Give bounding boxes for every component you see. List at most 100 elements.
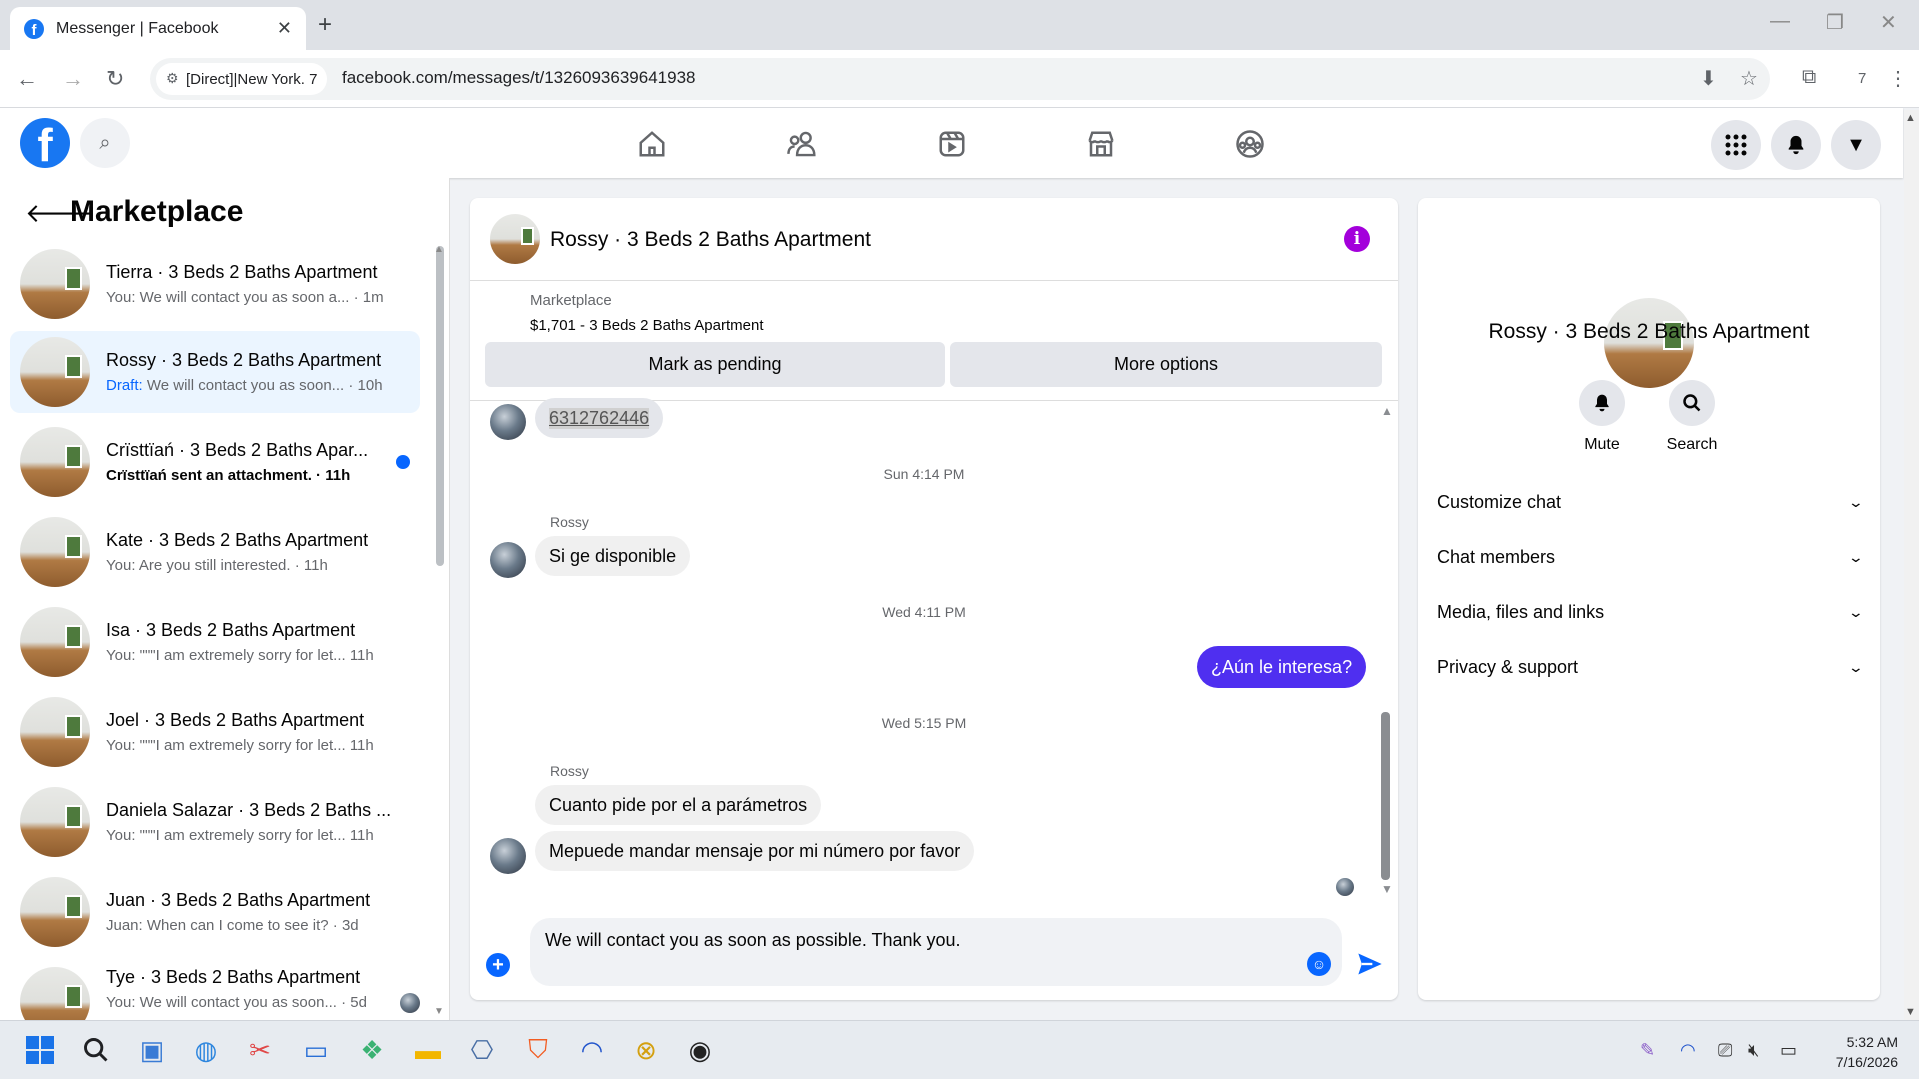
file-explorer-icon[interactable]: ▬ xyxy=(408,1030,448,1070)
conversation-item-cristtian[interactable]: Crïsttïań · 3 Beds 2 Baths Apar... Crïstt… xyxy=(10,421,420,503)
conversation-item-tye[interactable]: Tye · 3 Beds 2 Baths Apartment You: We wi… xyxy=(10,961,420,1020)
message-bubble[interactable]: Mepuede mandar mensaje por mi número por… xyxy=(535,831,975,871)
outgoing-message-bubble[interactable]: ¿Aún le interesa? xyxy=(1197,646,1367,688)
scroll-down-icon[interactable]: ▼ xyxy=(434,1006,444,1017)
device-app-icon[interactable]: ▭ xyxy=(296,1030,336,1070)
page-scrollbar[interactable] xyxy=(1904,110,1919,1020)
forward-icon[interactable]: → xyxy=(62,66,84,92)
url-text[interactable]: facebook.com/messages/t/1326093639641938 xyxy=(342,68,695,88)
close-tab-icon[interactable]: ✕ xyxy=(277,18,292,39)
menu-grid-icon[interactable] xyxy=(1711,120,1761,170)
conversation-preview: You: """I am extremely sorry for let... … xyxy=(106,737,374,754)
media-files-links-row[interactable]: Media, files and links ⌄ xyxy=(1437,592,1864,632)
chat-avatar[interactable] xyxy=(490,214,540,264)
vpn-tray-icon[interactable]: ◠ xyxy=(1680,1040,1696,1061)
scroll-up-icon[interactable]: ▲ xyxy=(1381,404,1393,418)
video-icon[interactable] xyxy=(922,124,982,164)
scroll-down-icon[interactable]: ▼ xyxy=(1381,882,1393,896)
conversation-list-scrollbar[interactable] xyxy=(436,246,444,566)
browser-tab[interactable]: f Messenger | Facebook ✕ xyxy=(10,7,306,50)
conversation-item-juan[interactable]: Juan · 3 Beds 2 Baths Apartment Juan: Whe… xyxy=(10,871,420,953)
windows-start-icon[interactable] xyxy=(20,1030,60,1070)
bookmark-star-icon[interactable]: ☆ xyxy=(1740,66,1758,91)
listing-label: Marketplace xyxy=(530,292,612,309)
sender-avatar[interactable] xyxy=(490,838,526,874)
ix-app-icon[interactable]: ⊗ xyxy=(626,1030,666,1070)
new-tab-button[interactable]: + xyxy=(318,11,332,39)
conversation-item-daniela[interactable]: Daniela Salazar · 3 Beds 2 Baths ... You:… xyxy=(10,781,420,863)
chat-scrollbar[interactable] xyxy=(1381,712,1390,880)
network-app-icon[interactable]: ⎔ xyxy=(462,1030,502,1070)
conversation-item-rossy[interactable]: Rossy · 3 Beds 2 Baths Apartment Draft: W… xyxy=(10,331,420,413)
search-button[interactable]: Search xyxy=(1652,380,1732,454)
tab-search-icon[interactable]: ⧉ xyxy=(1802,66,1816,89)
privacy-support-row[interactable]: Privacy & support ⌄ xyxy=(1437,647,1864,687)
site-info-chip[interactable]: ⚙ [Direct]|New York. 7 xyxy=(156,63,328,95)
conversation-item-kate[interactable]: Kate · 3 Beds 2 Baths Apartment You: Are … xyxy=(10,511,420,593)
home-icon[interactable] xyxy=(622,124,682,164)
conversation-item-joel[interactable]: Joel · 3 Beds 2 Baths Apartment You: """I… xyxy=(10,691,420,773)
widgets-app-icon[interactable]: ❖ xyxy=(352,1030,392,1070)
minimize-icon[interactable]: — xyxy=(1770,10,1790,33)
friends-icon[interactable] xyxy=(772,124,832,164)
scroll-up-icon[interactable]: ▲ xyxy=(1905,112,1916,124)
network-tray-icon[interactable]: ⎚ xyxy=(1718,1040,1732,1061)
vpn-app-icon[interactable]: ◠ xyxy=(572,1030,612,1070)
more-options-button[interactable]: More options xyxy=(950,342,1382,387)
reload-icon[interactable]: ↻ xyxy=(106,66,124,92)
search-icon[interactable]: ⌕ xyxy=(80,118,130,168)
mark-as-pending-button[interactable]: Mark as pending xyxy=(485,342,945,387)
battery-icon[interactable]: ▭ xyxy=(1780,1040,1797,1061)
message-input-text[interactable]: We will contact you as soon as possible.… xyxy=(545,930,961,951)
restore-icon[interactable]: ❐ xyxy=(1826,10,1844,35)
volume-muted-icon[interactable]: 🔇︎ xyxy=(1748,1040,1759,1061)
send-icon[interactable] xyxy=(1356,950,1384,978)
chat-members-row[interactable]: Chat members ⌄ xyxy=(1437,537,1864,577)
add-attachment-icon[interactable]: + xyxy=(486,953,510,977)
close-window-icon[interactable]: ✕ xyxy=(1880,10,1897,35)
conversation-name: Daniela Salazar · 3 Beds 2 Baths ... xyxy=(106,800,392,820)
back-icon[interactable]: ← xyxy=(16,66,38,92)
info-icon[interactable]: i xyxy=(1344,226,1370,252)
install-app-icon[interactable]: ⬇ xyxy=(1700,66,1717,91)
emoji-icon[interactable]: ☺ xyxy=(1307,952,1331,976)
conversation-name: Juan · 3 Beds 2 Baths Apartment xyxy=(106,890,371,910)
conversation-name: Tierra · 3 Beds 2 Baths Apartment xyxy=(106,262,378,282)
remote-desktop-icon[interactable]: ▣ xyxy=(132,1030,172,1070)
scroll-up-icon[interactable]: ▲ xyxy=(434,244,444,255)
conversation-item-isa[interactable]: Isa · 3 Beds 2 Baths Apartment You: """I … xyxy=(10,601,420,683)
message-input[interactable] xyxy=(530,918,1342,986)
globe-app-icon[interactable]: ◍ xyxy=(186,1030,226,1070)
taskbar-clock[interactable]: 5:32 AM 7/16/2026 xyxy=(1818,1032,1898,1072)
account-chevron-icon[interactable]: ▼ xyxy=(1831,120,1881,170)
customize-chat-row[interactable]: Customize chat ⌄ xyxy=(1437,482,1864,522)
pen-tray-icon[interactable]: ✎ xyxy=(1640,1040,1655,1061)
row-label: Chat members xyxy=(1437,546,1556,567)
chrome-profile-icon[interactable]: ◉ xyxy=(680,1030,720,1070)
facebook-logo[interactable]: f xyxy=(20,118,70,168)
sender-avatar[interactable] xyxy=(490,404,526,440)
conversation-item-tierra[interactable]: Tierra · 3 Beds 2 Baths Apartment You: We… xyxy=(10,243,420,325)
groups-icon[interactable] xyxy=(1220,124,1280,164)
scroll-down-icon[interactable]: ▼ xyxy=(1905,1006,1916,1018)
message-bubble[interactable]: Cuanto pide por el a parámetros xyxy=(535,785,822,825)
brave-browser-icon[interactable]: ⛉ xyxy=(518,1030,558,1070)
conversation-name: Tye · 3 Beds 2 Baths Apartment xyxy=(106,967,361,987)
message-bubble[interactable]: 6312762446 xyxy=(535,398,664,438)
conversation-preview: You: """I am extremely sorry for let... … xyxy=(106,647,374,664)
sender-avatar[interactable] xyxy=(490,542,526,578)
conversation-name: Kate · 3 Beds 2 Baths Apartment xyxy=(106,530,369,550)
menu-dots-icon[interactable]: ⋮ xyxy=(1888,66,1908,91)
listing-price[interactable]: $1,701 - 3 Beds 2 Baths Apartment xyxy=(530,317,763,334)
sender-name: Rossy xyxy=(550,514,589,530)
message-bubble[interactable]: Si ge disponible xyxy=(535,536,691,576)
marketplace-icon[interactable] xyxy=(1071,124,1131,164)
phone-number[interactable]: 6312762446 xyxy=(549,407,650,429)
mute-button[interactable]: Mute xyxy=(1562,380,1642,454)
snipping-tool-icon[interactable]: ✂ xyxy=(240,1030,280,1070)
extension-badge[interactable]: 7 xyxy=(1858,70,1866,87)
chat-title[interactable]: Rossy · 3 Beds 2 Baths Apartment xyxy=(550,228,871,252)
conversation-preview: Crïsttïań sent an attachment. · 11h xyxy=(106,467,351,484)
taskbar-search-icon[interactable] xyxy=(76,1030,116,1070)
notifications-bell-icon[interactable] xyxy=(1771,120,1821,170)
